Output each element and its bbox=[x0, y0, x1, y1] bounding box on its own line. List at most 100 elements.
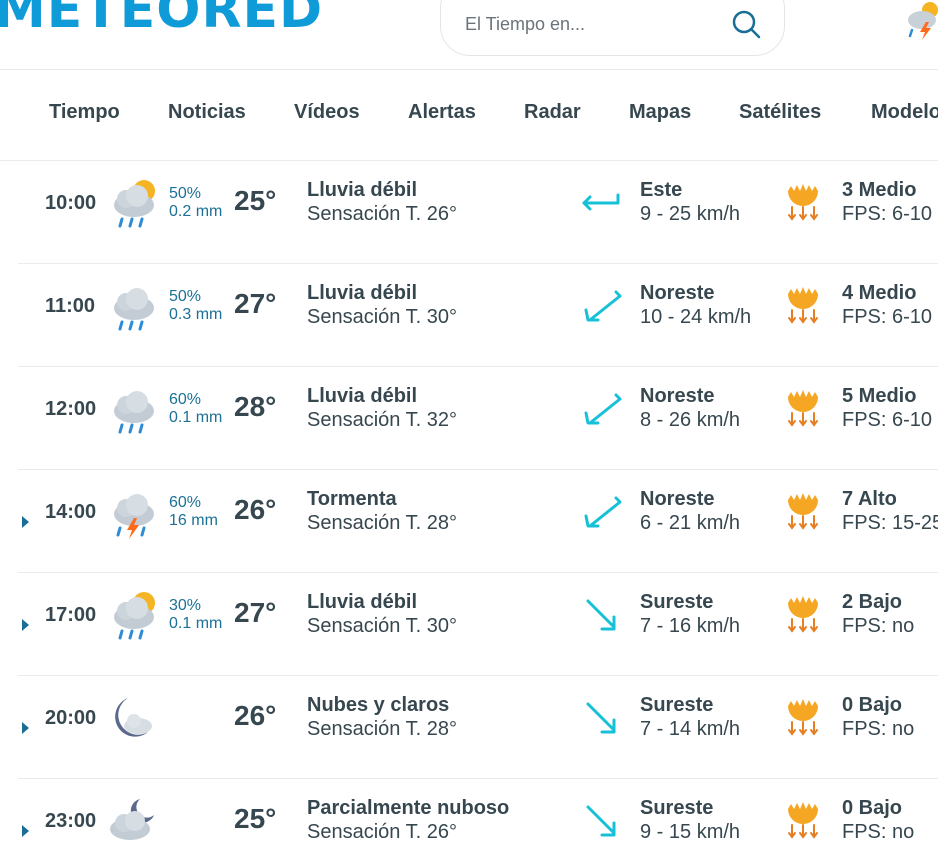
wind-arrow-northeast-icon bbox=[584, 496, 622, 528]
nav-tiempo[interactable]: Tiempo bbox=[49, 101, 120, 124]
row-time: 20:00 bbox=[45, 707, 97, 729]
moon-cloud-icon bbox=[115, 698, 152, 737]
hourly-row[interactable]: 14:00 60% 16 mm 26° Tormenta Sensación T. 28°… bbox=[18, 470, 938, 573]
feels-like: Sensación T. 32° bbox=[307, 409, 457, 431]
expand-caret-icon[interactable] bbox=[22, 619, 29, 631]
uv-index-icon bbox=[788, 699, 818, 736]
uv-index-icon bbox=[788, 493, 818, 530]
row-time: 10:00 bbox=[45, 192, 97, 214]
feels-like: Sensación T. 30° bbox=[307, 306, 457, 328]
hourly-row[interactable]: 20:00 26° Nubes y claros Sensación T. 28° Su… bbox=[18, 676, 938, 779]
nav-noticias[interactable]: Noticias bbox=[168, 101, 246, 124]
nav-modelos[interactable]: Modelos bbox=[871, 101, 938, 124]
wind-arrow-southeast-icon bbox=[586, 805, 616, 837]
search-box bbox=[440, 0, 785, 56]
row-time: 23:00 bbox=[45, 810, 97, 832]
nav-satelites[interactable]: Satélites bbox=[739, 101, 821, 124]
row-time: 17:00 bbox=[45, 604, 97, 626]
precip-amount: 0.3 mm bbox=[169, 306, 223, 323]
feels-like: Sensación T. 26° bbox=[307, 821, 457, 843]
wind-arrow-northeast-icon bbox=[584, 290, 622, 322]
wind-speed: 9 - 25 km/h bbox=[640, 203, 741, 225]
precip-amount: 0.1 mm bbox=[169, 409, 223, 426]
hourly-row: 11:00 50% 0.3 mm 27° Lluvia débil Sensación T… bbox=[18, 264, 938, 367]
sun-cloud-rain-icon bbox=[114, 180, 155, 228]
hourly-row: 12:00 60% 0.1 mm 28° Lluvia débil Sensación T… bbox=[18, 367, 938, 470]
cloud-rain-icon bbox=[114, 288, 154, 331]
precip-amount: 0.2 mm bbox=[169, 203, 223, 220]
precip-probability: 50% bbox=[169, 185, 202, 202]
condition-label: Lluvia débil bbox=[307, 282, 418, 304]
cloud-rain-icon bbox=[114, 391, 154, 434]
wind-direction: Este bbox=[640, 179, 683, 201]
uv-index-icon bbox=[788, 802, 818, 839]
temperature: 27° bbox=[234, 288, 277, 319]
expand-caret-icon[interactable] bbox=[22, 516, 29, 528]
precip-amount: 0.1 mm bbox=[169, 615, 223, 632]
nav-radar[interactable]: Radar bbox=[524, 101, 581, 124]
wind-direction: Sureste bbox=[640, 797, 714, 819]
hourly-row[interactable]: 17:00 30% 0.1 mm 27° Lluvia débil Sensación T… bbox=[18, 573, 938, 676]
wind-arrow-southeast-icon bbox=[586, 599, 616, 631]
uv-index: 0 Bajo bbox=[842, 694, 903, 716]
uv-index: 4 Medio bbox=[842, 282, 917, 304]
main-nav: Tiempo Noticias Vídeos Alertas Radar Map… bbox=[0, 71, 938, 161]
nav-videos[interactable]: Vídeos bbox=[294, 101, 360, 124]
expand-caret-icon[interactable] bbox=[22, 722, 29, 734]
fps-label: FPS: 6-10 bbox=[842, 306, 933, 328]
fps-label: FPS: no bbox=[842, 615, 915, 637]
precip-probability: 30% bbox=[169, 597, 202, 614]
nav-alertas[interactable]: Alertas bbox=[408, 101, 476, 124]
cloud-moon-icon bbox=[110, 799, 154, 840]
condition-label: Parcialmente nuboso bbox=[307, 797, 510, 819]
fps-label: FPS: 6-10 bbox=[842, 409, 933, 431]
meteored-logo[interactable]: METEORED bbox=[0, 0, 323, 36]
row-time: 11:00 bbox=[45, 295, 96, 317]
wind-direction: Noreste bbox=[640, 488, 715, 510]
wind-speed: 8 - 26 km/h bbox=[640, 409, 741, 431]
hourly-row: 10:00 50% 0.2 mm 25° Lluvia débil Sensación T… bbox=[18, 161, 938, 264]
precip-amount: 16 mm bbox=[169, 512, 218, 529]
fps-label: FPS: no bbox=[842, 821, 915, 843]
wind-arrow-northeast-icon bbox=[584, 393, 622, 425]
condition-label: Lluvia débil bbox=[307, 179, 418, 201]
condition-label: Tormenta bbox=[307, 488, 397, 510]
wind-speed: 7 - 14 km/h bbox=[640, 718, 741, 740]
current-weather-storm-icon[interactable] bbox=[904, 0, 938, 40]
wind-arrow-southeast-icon bbox=[586, 702, 616, 734]
hourly-forecast-list: 10:00 50% 0.2 mm 25° Lluvia débil Sensación T… bbox=[0, 161, 938, 865]
temperature: 25° bbox=[234, 803, 277, 834]
uv-index-icon bbox=[788, 184, 818, 221]
uv-index: 2 Bajo bbox=[842, 591, 903, 613]
sun-cloud-rain-icon bbox=[114, 592, 155, 640]
condition-label: Nubes y claros bbox=[307, 694, 450, 716]
site-header: METEORED bbox=[0, 0, 938, 70]
uv-index-icon bbox=[788, 287, 818, 324]
wind-speed: 9 - 15 km/h bbox=[640, 821, 741, 843]
feels-like: Sensación T. 26° bbox=[307, 203, 457, 225]
wind-direction: Sureste bbox=[640, 694, 714, 716]
precip-probability: 50% bbox=[169, 288, 202, 305]
expand-caret-icon[interactable] bbox=[22, 825, 29, 837]
feels-like: Sensación T. 30° bbox=[307, 615, 457, 637]
search-input[interactable] bbox=[465, 7, 715, 41]
feels-like: Sensación T. 28° bbox=[307, 718, 457, 740]
wind-direction: Noreste bbox=[640, 385, 715, 407]
uv-index: 0 Bajo bbox=[842, 797, 903, 819]
nav-mapas[interactable]: Mapas bbox=[629, 101, 691, 124]
wind-speed: 7 - 16 km/h bbox=[640, 615, 741, 637]
search-icon[interactable] bbox=[729, 7, 763, 41]
precip-probability: 60% bbox=[169, 494, 202, 511]
condition-label: Lluvia débil bbox=[307, 591, 418, 613]
temperature: 28° bbox=[234, 391, 277, 422]
storm-icon bbox=[114, 494, 154, 539]
wind-speed: 10 - 24 km/h bbox=[640, 306, 752, 328]
temperature: 25° bbox=[234, 185, 277, 216]
fps-label: FPS: 15-25 bbox=[842, 512, 938, 534]
hourly-row[interactable]: 23:00 25° Parcialmente nuboso Sensación T. … bbox=[18, 779, 938, 865]
temperature: 27° bbox=[234, 597, 277, 628]
feels-like: Sensación T. 28° bbox=[307, 512, 457, 534]
wind-speed: 6 - 21 km/h bbox=[640, 512, 741, 534]
wind-direction: Noreste bbox=[640, 282, 715, 304]
temperature: 26° bbox=[234, 494, 277, 525]
